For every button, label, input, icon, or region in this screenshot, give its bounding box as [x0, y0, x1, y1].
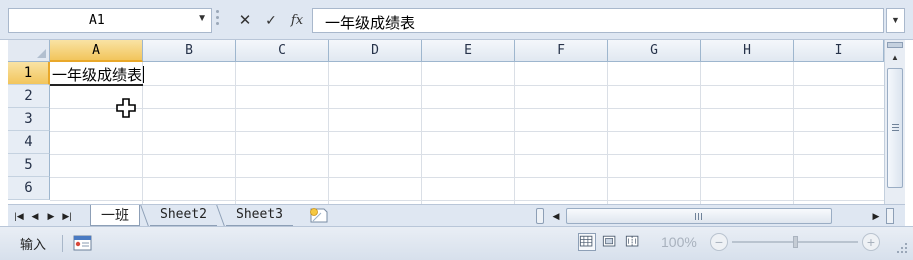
cancel-icon[interactable]: ✕	[234, 8, 256, 33]
formula-input[interactable]: 一年级成绩表	[312, 8, 884, 33]
separator	[62, 235, 63, 252]
row-header-6[interactable]: 6	[8, 177, 50, 200]
sheet-tabs-bar: |◀ ◀ ▶ ▶| 一班 Sheet2 Sheet3 ◀ ▶	[8, 204, 905, 226]
status-bar: 输入 100% − +	[0, 226, 913, 260]
row-header-4[interactable]: 4	[8, 131, 50, 154]
row-header-2[interactable]: 2	[8, 85, 50, 108]
column-header-b[interactable]: B	[143, 40, 236, 62]
sheet-tab-3[interactable]: Sheet3	[226, 205, 293, 226]
row-header-1[interactable]: 1	[8, 62, 50, 85]
enter-icon[interactable]: ✓	[260, 8, 282, 33]
text-caret	[143, 66, 145, 83]
vertical-scroll-thumb[interactable]	[887, 68, 903, 188]
column-header-g[interactable]: G	[608, 40, 701, 62]
gridline	[50, 108, 884, 109]
expand-formula-bar-icon[interactable]: ▼	[886, 8, 905, 33]
sheet-tab-1[interactable]: 一班	[90, 205, 140, 226]
cell-select-cursor-icon	[116, 98, 136, 118]
formula-content: 一年级成绩表	[325, 15, 416, 32]
gridline	[700, 62, 701, 204]
gridline	[50, 177, 884, 178]
horizontal-split-box[interactable]	[886, 208, 894, 224]
zoom-slider-thumb[interactable]	[793, 236, 798, 248]
zoom-out-button[interactable]: −	[710, 233, 728, 251]
scroll-up-icon[interactable]: ▲	[886, 50, 904, 66]
horizontal-scroll-thumb[interactable]	[566, 208, 832, 224]
page-break-view-button[interactable]	[624, 233, 642, 251]
gridline	[50, 154, 884, 155]
page-break-icon	[625, 235, 639, 247]
gridline	[50, 200, 884, 201]
name-box[interactable]: A1 ▼	[8, 8, 212, 33]
column-header-d[interactable]: D	[329, 40, 422, 62]
zoom-level[interactable]: 100%	[661, 234, 697, 250]
row-header-5[interactable]: 5	[8, 154, 50, 177]
gridline	[514, 62, 515, 204]
prev-sheet-icon[interactable]: ◀	[28, 208, 42, 224]
column-header-h[interactable]: H	[701, 40, 794, 62]
record-macro-icon[interactable]	[73, 234, 93, 252]
normal-view-button[interactable]	[578, 233, 596, 251]
page-layout-icon	[602, 235, 616, 247]
scroll-right-icon[interactable]: ▶	[868, 208, 884, 224]
gridline	[793, 62, 794, 204]
name-box-dropdown-icon[interactable]: ▼	[197, 13, 207, 24]
gridline	[421, 62, 422, 204]
name-box-value: A1	[89, 13, 105, 28]
formula-bar-grip-icon[interactable]	[216, 10, 219, 31]
worksheet-grid[interactable]: A B C D E F G H I 1 2 3 4 5 6 一年级成绩表	[8, 40, 884, 204]
vertical-scrollbar[interactable]: ▲	[884, 40, 905, 204]
gridline	[328, 62, 329, 204]
column-header-e[interactable]: E	[422, 40, 515, 62]
resize-grip-icon[interactable]	[895, 241, 909, 255]
sheet-tab-2[interactable]: Sheet2	[150, 205, 217, 226]
column-header-i[interactable]: I	[794, 40, 884, 62]
column-header-c[interactable]: C	[236, 40, 329, 62]
gridline	[235, 62, 236, 204]
cell-a1[interactable]: 一年级成绩表	[52, 64, 145, 85]
insert-function-button[interactable]: fx	[286, 8, 308, 33]
tab-split-handle[interactable]	[536, 208, 544, 224]
gridline	[607, 62, 608, 204]
normal-view-icon	[579, 235, 593, 247]
formula-bar: A1 ▼ ✕ ✓ fx 一年级成绩表 ▼	[0, 0, 913, 40]
last-sheet-icon[interactable]: ▶|	[60, 208, 74, 224]
first-sheet-icon[interactable]: |◀	[12, 208, 26, 224]
scroll-left-icon[interactable]: ◀	[548, 208, 564, 224]
cell-mode-label: 输入	[20, 237, 47, 252]
cell-a1-text: 一年级成绩表	[52, 67, 143, 84]
page-layout-view-button[interactable]	[601, 233, 619, 251]
gridline	[50, 85, 884, 86]
split-box[interactable]	[887, 42, 903, 48]
column-header-a[interactable]: A	[50, 40, 143, 62]
next-sheet-icon[interactable]: ▶	[44, 208, 58, 224]
row-header-3[interactable]: 3	[8, 108, 50, 131]
gridline	[50, 131, 884, 132]
column-header-f[interactable]: F	[515, 40, 608, 62]
zoom-in-button[interactable]: +	[862, 233, 880, 251]
insert-sheet-icon[interactable]	[308, 207, 330, 224]
select-all-button[interactable]	[8, 40, 50, 62]
